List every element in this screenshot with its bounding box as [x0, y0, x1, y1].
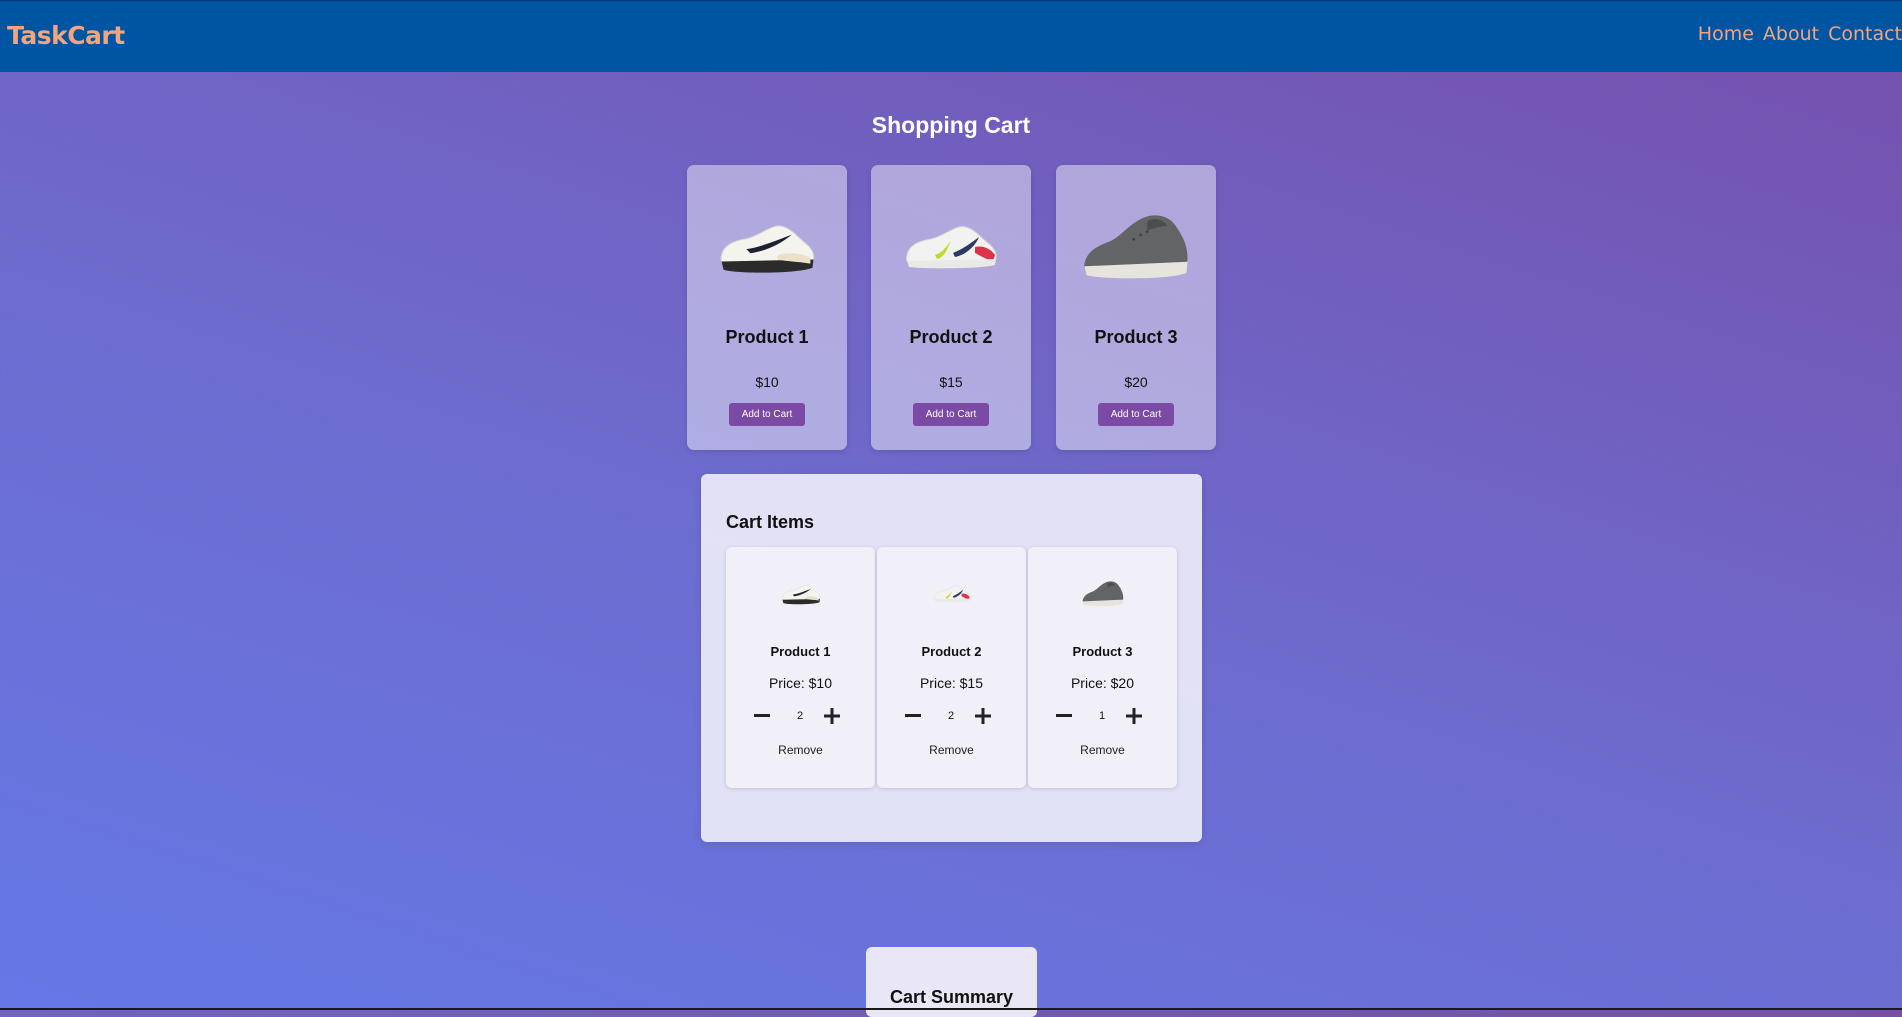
- minus-icon[interactable]: [1053, 704, 1075, 728]
- cart-item-image: [726, 565, 875, 620]
- cart-panel: Cart Items Product 1 Price: $10 2 Remove…: [701, 474, 1202, 842]
- quantity-stepper: 2: [877, 704, 1026, 728]
- grey-wool-sneaker-image: [1081, 577, 1125, 609]
- page-title: Shopping Cart: [871, 112, 1031, 138]
- remove-button[interactable]: Remove: [877, 743, 1026, 757]
- product-name: Product 2: [909, 327, 993, 347]
- cart-item-name: Product 1: [770, 644, 831, 659]
- plus-icon[interactable]: [1123, 704, 1145, 728]
- white-neon-sneaker-image: [932, 581, 972, 605]
- quantity-stepper: 2: [726, 704, 875, 728]
- cart-item-name: Product 3: [1072, 644, 1133, 659]
- nav-links: Home About Contact: [1698, 23, 1902, 45]
- cart-item: Product 3 Price: $20 1 Remove: [1028, 547, 1177, 788]
- white-black-sneaker-image: [780, 580, 822, 606]
- navbar: TaskCart Home About Contact: [0, 0, 1902, 72]
- cart-summary-title: Cart Summary: [889, 987, 1014, 1007]
- nav-link-home[interactable]: Home: [1698, 23, 1754, 45]
- product-price: $10: [755, 374, 779, 390]
- product-price: $15: [939, 374, 963, 390]
- product-card: Product 2 $15 Add to Cart: [871, 165, 1031, 450]
- cart-summary: Cart Summary: [866, 947, 1037, 1017]
- product-price: $20: [1124, 374, 1148, 390]
- minus-icon[interactable]: [902, 704, 924, 728]
- cart-item-price: Price: $20: [1070, 675, 1135, 691]
- cart-item-price: Price: $10: [768, 675, 833, 691]
- plus-icon[interactable]: [821, 704, 843, 728]
- remove-button[interactable]: Remove: [1028, 743, 1177, 757]
- add-to-cart-button[interactable]: Add to Cart: [913, 403, 989, 426]
- minus-icon[interactable]: [751, 704, 773, 728]
- cart-heading: Cart Items: [726, 512, 815, 532]
- nav-link-about[interactable]: About: [1763, 23, 1819, 45]
- white-black-sneaker-image: [715, 214, 819, 276]
- cart-item: Product 1 Price: $10 2 Remove: [726, 547, 875, 788]
- cart-item: Product 2 Price: $15 2 Remove: [877, 547, 1026, 788]
- grey-wool-sneaker-image: [1080, 205, 1192, 285]
- product-name: Product 1: [725, 327, 809, 347]
- product-image: [1056, 190, 1216, 300]
- product-image: [871, 190, 1031, 300]
- add-to-cart-button[interactable]: Add to Cart: [1098, 403, 1174, 426]
- product-card: Product 3 $20 Add to Cart: [1056, 165, 1216, 450]
- quantity-stepper: 1: [1028, 704, 1177, 728]
- product-name: Product 3: [1094, 327, 1178, 347]
- quantity-value: 2: [796, 710, 804, 722]
- remove-button[interactable]: Remove: [726, 743, 875, 757]
- add-to-cart-button[interactable]: Add to Cart: [729, 403, 805, 426]
- nav-link-contact[interactable]: Contact: [1828, 23, 1902, 45]
- quantity-value: 2: [947, 710, 955, 722]
- quantity-value: 1: [1098, 710, 1106, 722]
- product-image: [687, 190, 847, 300]
- cart-item-image: [1028, 565, 1177, 620]
- brand-logo[interactable]: TaskCart: [7, 21, 125, 50]
- cart-item-price: Price: $15: [919, 675, 984, 691]
- white-neon-sneaker-image: [901, 215, 1001, 275]
- plus-icon[interactable]: [972, 704, 994, 728]
- cart-item-image: [877, 565, 1026, 620]
- product-card: Product 1 $10 Add to Cart: [687, 165, 847, 450]
- cart-item-name: Product 2: [921, 644, 982, 659]
